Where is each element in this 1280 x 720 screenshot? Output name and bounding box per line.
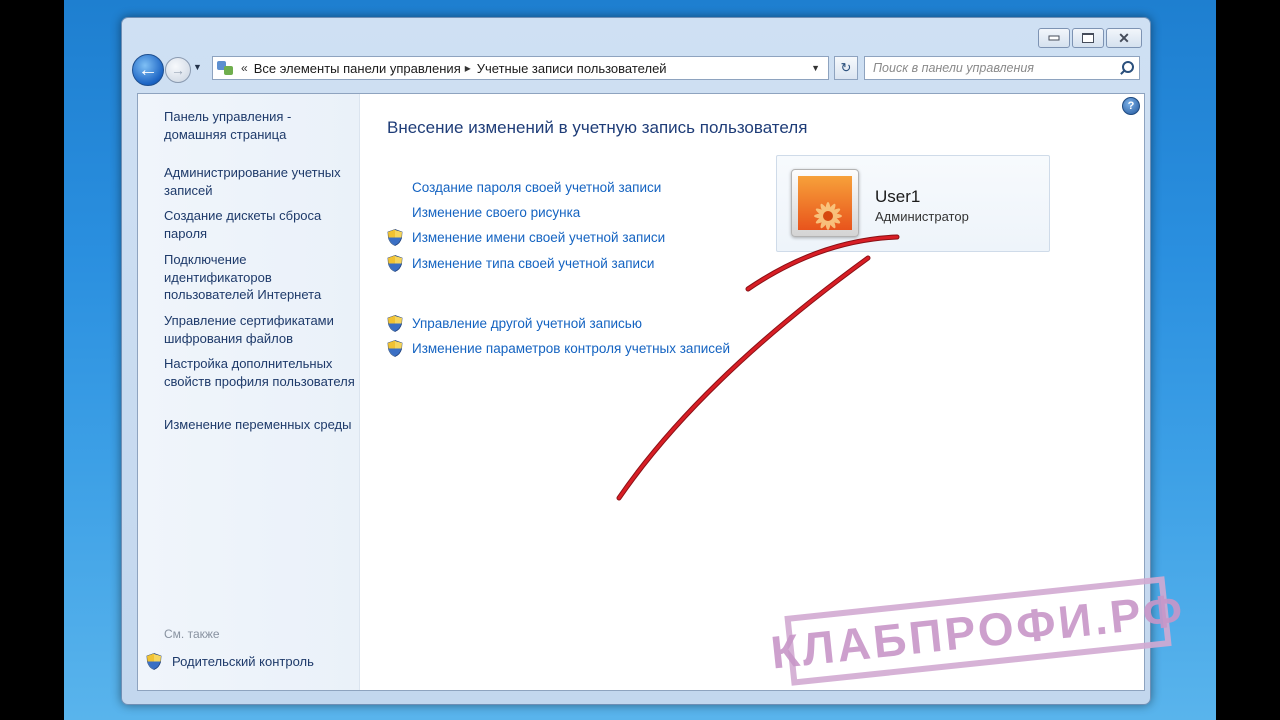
task-change-name[interactable]: Изменение имени своей учетной записи <box>387 227 665 247</box>
task-label: Управление другой учетной записью <box>412 315 642 331</box>
task-manage-other-account[interactable]: Управление другой учетной записью <box>387 313 642 333</box>
uac-shield-icon <box>387 228 403 246</box>
link-create-reset-disk[interactable]: Создание дискеты сброса пароля <box>164 207 356 242</box>
link-encryption-certificates[interactable]: Управление сертификатами шифрования файл… <box>164 312 356 347</box>
link-control-panel-home[interactable]: Панель управления - домашняя страница <box>164 108 356 143</box>
minimize-button[interactable] <box>1038 28 1070 48</box>
caption-buttons: ✕ <box>1038 28 1142 48</box>
task-uac-settings[interactable]: Изменение параметров контроля учетных за… <box>387 338 730 358</box>
maximize-button[interactable] <box>1072 28 1104 48</box>
avatar[interactable] <box>791 169 859 237</box>
chevron-down-icon: ▼ <box>193 62 202 72</box>
task-create-password[interactable]: Создание пароля своей учетной записи <box>387 177 661 197</box>
task-change-picture[interactable]: Изменение своего рисунка <box>387 202 580 222</box>
back-button[interactable]: ← <box>132 54 164 86</box>
close-icon: ✕ <box>1118 30 1130 46</box>
page-title: Внесение изменений в учетную запись поль… <box>387 118 808 137</box>
breadcrumb-all-items[interactable]: Все элементы панели управления <box>254 61 461 76</box>
task-label: Создание пароля своей учетной записи <box>412 179 662 195</box>
maximize-icon <box>1082 33 1094 43</box>
user-account-tile: User1 Администратор <box>776 155 1050 252</box>
link-environment-variables[interactable]: Изменение переменных среды <box>164 416 356 434</box>
uac-shield-icon <box>387 314 403 332</box>
refresh-icon: ↻ <box>840 60 852 75</box>
minimize-icon <box>1048 35 1060 41</box>
recent-pages-button[interactable]: ▼ <box>193 62 202 72</box>
link-parental-control[interactable]: Родительский контроль <box>146 653 314 670</box>
flower-picture-icon <box>798 176 852 230</box>
task-label: Изменение имени своей учетной записи <box>412 229 666 245</box>
uac-shield-icon <box>146 653 162 670</box>
search-icon[interactable] <box>1117 57 1139 79</box>
forward-arrow-icon: → <box>171 62 185 78</box>
help-icon[interactable]: ? <box>1122 97 1140 115</box>
close-button[interactable]: ✕ <box>1106 28 1142 48</box>
task-label: Изменение параметров контроля учетных за… <box>412 340 731 356</box>
back-arrow-icon: ← <box>138 59 158 81</box>
forward-button[interactable]: → <box>165 57 191 83</box>
link-advanced-profile[interactable]: Настройка дополнительных свойств профиля… <box>164 355 356 390</box>
parental-control-label: Родительский контроль <box>172 654 314 669</box>
task-label: Изменение типа своей учетной записи <box>412 255 655 271</box>
uac-shield-icon <box>387 254 403 272</box>
user-role: Администратор <box>875 209 969 224</box>
search-input[interactable] <box>865 60 1117 76</box>
address-dropdown-icon[interactable]: ▼ <box>811 63 820 73</box>
breadcrumb-separator-icon[interactable]: ▸ <box>465 61 471 75</box>
address-bar[interactable]: « Все элементы панели управления ▸ Учетн… <box>212 56 829 80</box>
see-also-heading: См. также <box>164 627 220 641</box>
uac-shield-icon <box>387 339 403 357</box>
control-panel-icon <box>217 60 237 76</box>
task-change-account-type[interactable]: Изменение типа своей учетной записи <box>387 253 654 273</box>
link-online-ids[interactable]: Подключение идентификаторов пользователе… <box>164 251 356 304</box>
task-label: Изменение своего рисунка <box>412 204 581 220</box>
user-name: User1 <box>875 187 921 206</box>
navigation-bar: ← → ▼ « Все элементы панели управления ▸… <box>132 54 1142 86</box>
refresh-button[interactable]: ↻ <box>834 56 858 80</box>
search-box <box>864 56 1140 80</box>
left-pane: Панель управления - домашняя страница Ад… <box>138 94 360 690</box>
breadcrumb-overflow[interactable]: « <box>241 61 248 75</box>
breadcrumb-user-accounts[interactable]: Учетные записи пользователей <box>477 61 667 76</box>
link-manage-accounts[interactable]: Администрирование учетных записей <box>164 164 356 199</box>
